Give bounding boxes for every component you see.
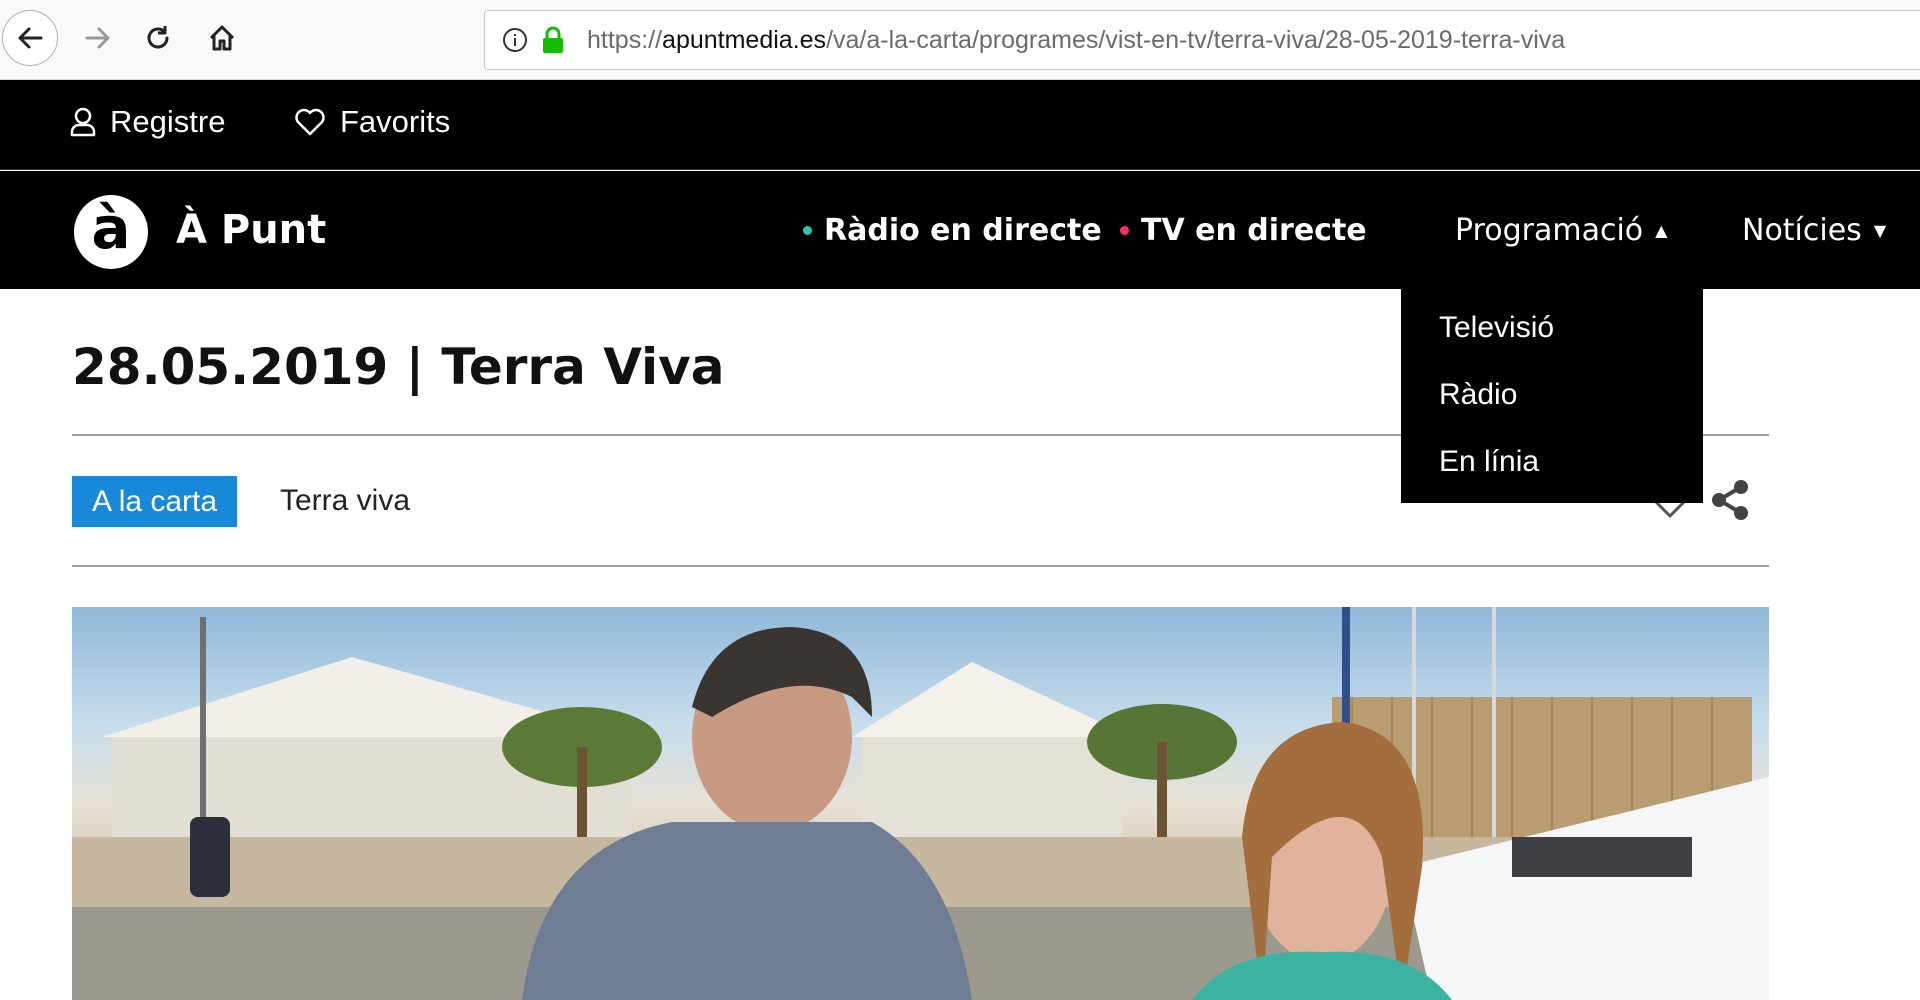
browser-toolbar: https://apuntmedia.es/va/a-la-carta/prog…	[0, 0, 1920, 80]
home-icon	[209, 25, 235, 51]
divider	[72, 565, 1769, 567]
video-still	[72, 607, 1769, 1000]
dropdown-item-radio[interactable]: Ràdio	[1401, 364, 1703, 431]
live-dot	[803, 226, 812, 235]
arrow-right-icon	[85, 27, 110, 49]
programacio-dropdown: Televisió Ràdio En línia	[1401, 289, 1703, 503]
info-icon[interactable]	[501, 26, 529, 54]
nav-radio-label: Ràdio en directe	[824, 213, 1102, 248]
nav-programacio-label: Programació	[1455, 213, 1644, 248]
user-icon	[70, 107, 96, 137]
nav-tv-label: TV en directe	[1141, 213, 1367, 248]
favorits-link[interactable]: Favorits	[294, 104, 450, 140]
forward-button[interactable]	[70, 10, 126, 66]
registre-link[interactable]: Registre	[70, 104, 225, 140]
url-prefix: https://	[587, 25, 663, 54]
nav-radio-live[interactable]: Ràdio en directe	[803, 213, 1102, 248]
registre-label: Registre	[110, 104, 226, 139]
heart-icon	[295, 108, 325, 136]
page-title: 28.05.2019 | Terra Viva	[72, 338, 725, 396]
url-text: https://apuntmedia.es/va/a-la-carta/prog…	[587, 26, 1565, 55]
nav-noticies[interactable]: Notícies ▼	[1742, 213, 1886, 248]
logo-glyph: à	[91, 194, 131, 262]
video-player[interactable]	[72, 607, 1769, 1000]
reload-button[interactable]	[130, 10, 186, 66]
nav-noticies-label: Notícies	[1742, 213, 1862, 248]
reload-icon	[147, 26, 169, 49]
back-button[interactable]	[2, 10, 58, 66]
home-button[interactable]	[194, 10, 250, 66]
a-la-carta-badge[interactable]: A la carta	[72, 476, 238, 527]
live-dot	[1120, 226, 1129, 235]
url-domain: apuntmedia.es	[662, 25, 827, 54]
main-nav: à À Punt Ràdio en directe TV en directe …	[0, 171, 1920, 289]
logo-text[interactable]: À Punt	[176, 207, 326, 253]
caret-down-icon: ▼	[1873, 221, 1887, 240]
arrow-left-icon	[18, 27, 43, 49]
caret-up-icon: ▲	[1655, 221, 1668, 240]
program-link[interactable]: Terra viva	[280, 484, 410, 518]
nav-tv-live[interactable]: TV en directe	[1120, 213, 1367, 248]
dropdown-item-en-linia[interactable]: En línia	[1401, 431, 1703, 498]
share-icon[interactable]	[1708, 478, 1752, 526]
logo[interactable]: à	[74, 195, 148, 269]
lock-icon[interactable]	[539, 26, 567, 54]
favorits-label: Favorits	[340, 104, 451, 139]
dropdown-item-televisio[interactable]: Televisió	[1401, 297, 1703, 364]
url-bar[interactable]: https://apuntmedia.es/va/a-la-carta/prog…	[484, 10, 1920, 70]
url-path: /va/a-la-carta/programes/vist-en-tv/terr…	[826, 25, 1566, 54]
account-bar: Registre Favorits	[0, 80, 1920, 170]
nav-programacio[interactable]: Programació ▲	[1455, 213, 1667, 248]
